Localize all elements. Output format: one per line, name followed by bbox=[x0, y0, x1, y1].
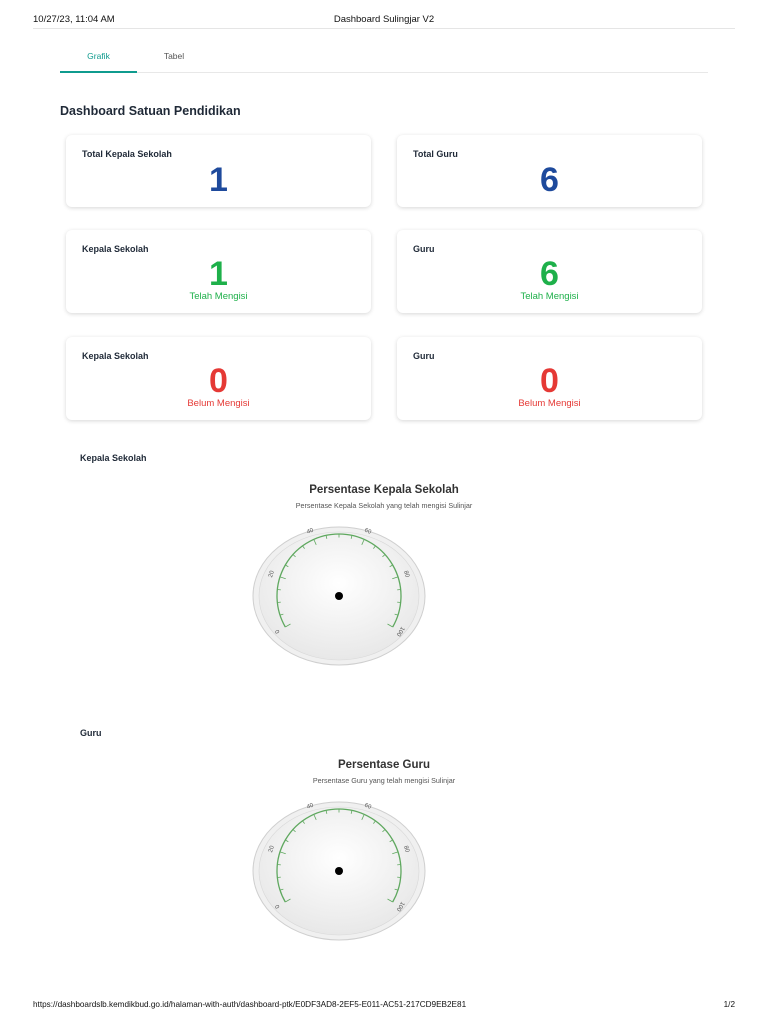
chart-subtitle: Persentase Kepala Sekolah yang telah men… bbox=[295, 501, 473, 510]
card-label: Total Kepala Sekolah bbox=[82, 149, 172, 159]
card-total-guru: Total Guru 6 bbox=[397, 135, 702, 207]
card-label: Guru bbox=[413, 244, 435, 254]
print-header: 10/27/23, 11:04 AM Dashboard Sulingjar V… bbox=[33, 14, 735, 29]
card-kepala-sekolah-telah-mengisi: Kepala Sekolah 1 Telah Mengisi bbox=[66, 230, 371, 313]
gauge-kepala-sekolah: 02040 6080100 bbox=[252, 526, 426, 666]
card-guru-telah-mengisi: Guru 6 Telah Mengisi bbox=[397, 230, 702, 313]
print-doc-title: Dashboard Sulingjar V2 bbox=[333, 14, 435, 25]
chart-section-label-guru: Guru bbox=[80, 728, 102, 738]
card-guru-belum-mengisi: Guru 0 Belum Mengisi bbox=[397, 337, 702, 420]
card-label: Guru bbox=[413, 351, 435, 361]
chart-subtitle: Persentase Guru yang telah mengisi Sulin… bbox=[312, 776, 456, 785]
tab-grafik[interactable]: Grafik bbox=[60, 38, 137, 73]
card-status: Telah Mengisi bbox=[189, 291, 248, 302]
chart-title: Persentase Kepala Sekolah bbox=[309, 484, 459, 496]
card-value: 1 bbox=[209, 161, 228, 199]
card-label: Kepala Sekolah bbox=[82, 244, 149, 254]
card-kepala-sekolah-belum-mengisi: Kepala Sekolah 0 Belum Mengisi bbox=[66, 337, 371, 420]
header-divider bbox=[33, 28, 735, 29]
card-total-kepala-sekolah: Total Kepala Sekolah 1 bbox=[66, 135, 371, 207]
card-value: 0 bbox=[540, 362, 559, 400]
card-value: 6 bbox=[540, 255, 559, 293]
card-status: Belum Mengisi bbox=[187, 398, 250, 409]
card-label: Kepala Sekolah bbox=[82, 351, 149, 361]
page-title: Dashboard Satuan Pendidikan bbox=[60, 104, 241, 118]
gauge-guru: 02040 6080100 bbox=[252, 801, 426, 941]
tab-bar: Grafik Tabel bbox=[60, 38, 708, 73]
print-footer: https://dashboardslb.kemdikbud.go.id/hal… bbox=[33, 1000, 735, 1012]
card-label: Total Guru bbox=[413, 149, 458, 159]
gauge-pivot bbox=[335, 867, 343, 875]
print-url: https://dashboardslb.kemdikbud.go.id/hal… bbox=[33, 1000, 467, 1009]
print-page-number: 1/2 bbox=[723, 1000, 735, 1009]
chart-title: Persentase Guru bbox=[337, 759, 431, 771]
card-value: 1 bbox=[209, 255, 228, 293]
card-value: 0 bbox=[209, 362, 228, 400]
chart-section-label-kepala-sekolah: Kepala Sekolah bbox=[80, 453, 147, 463]
card-status: Telah Mengisi bbox=[520, 291, 579, 302]
card-status: Belum Mengisi bbox=[518, 398, 581, 409]
card-value: 6 bbox=[540, 161, 559, 199]
tab-tabel[interactable]: Tabel bbox=[140, 38, 208, 72]
gauge-pivot bbox=[335, 592, 343, 600]
